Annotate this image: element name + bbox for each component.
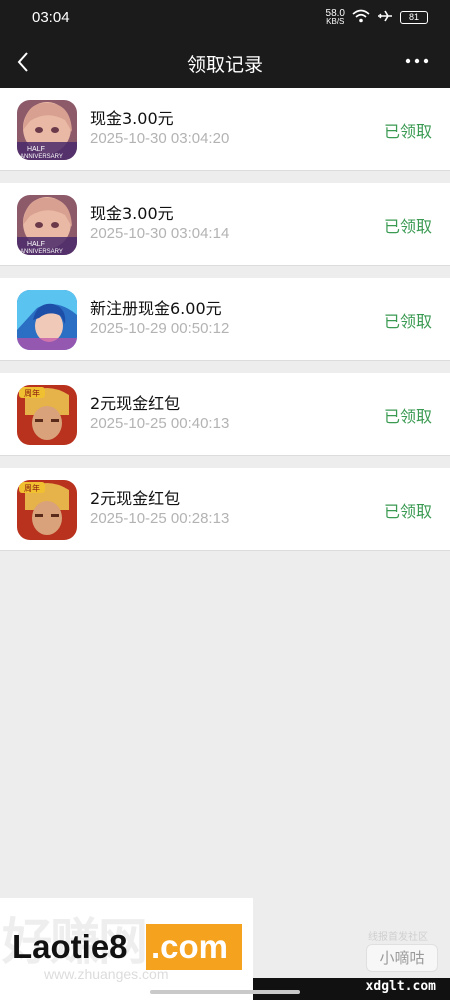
record-time: 2025-10-25 00:28:13 <box>90 510 230 527</box>
record-row[interactable]: HALF ANNIVERSARY 现金3.00元 2025-10-30 03:0… <box>0 88 450 171</box>
watermark-logo-domain: .com <box>151 928 229 965</box>
icon-half-text: HALF <box>27 146 45 153</box>
icon-years-badge-text: 周年 <box>24 388 40 398</box>
record-row[interactable]: 周年 2元现金红包 2025-10-25 00:40:13 已领取 <box>0 373 450 456</box>
record-time: 2025-10-25 00:40:13 <box>90 415 230 432</box>
icon-anniversary-text: ANNIVERSARY <box>20 154 63 160</box>
golden-warrior-anniversary-icon: 周年 <box>17 480 77 540</box>
record-row[interactable]: HALF ANNIVERSARY 现金3.00元 2025-10-30 03:0… <box>0 183 450 266</box>
record-title: 现金3.00元 <box>90 109 174 128</box>
watermark-right-tag: 线报首发社区 <box>368 932 428 943</box>
record-time: 2025-10-30 03:04:14 <box>90 225 230 242</box>
watermark-logo-main: Laotie8 <box>12 928 128 965</box>
more-dots-icon <box>405 58 429 64</box>
status-icons: 58.0 KB/S 81 <box>326 8 428 27</box>
record-time: 2025-10-30 03:04:20 <box>90 130 230 147</box>
watermark-bottom-domain: xdglt.com <box>365 979 436 994</box>
home-indicator[interactable] <box>150 990 300 994</box>
record-row[interactable]: 新注册现金6.00元 2025-10-29 00:50:12 已领取 <box>0 278 450 361</box>
icon-anniversary-text: ANNIVERSARY <box>20 249 63 255</box>
golden-warrior-anniversary-icon: 周年 <box>17 385 77 445</box>
record-title: 2元现金红包 <box>90 489 181 508</box>
icon-years-badge-text: 周年 <box>24 483 40 493</box>
anime-girl-half-anniversary-icon: HALF ANNIVERSARY <box>17 100 77 160</box>
airplane-icon <box>377 8 393 27</box>
record-title: 2元现金红包 <box>90 394 181 413</box>
status-time: 03:04 <box>32 9 70 26</box>
icon-half-text: HALF <box>27 241 45 248</box>
claimed-status: 已领取 <box>383 407 432 426</box>
page-title: 领取记录 <box>186 54 263 76</box>
record-title: 新注册现金6.00元 <box>90 299 222 318</box>
more-button[interactable] <box>404 52 430 70</box>
claimed-status: 已领取 <box>383 312 432 331</box>
anime-girl-half-anniversary-icon: HALF ANNIVERSARY <box>17 195 77 255</box>
record-list: HALF ANNIVERSARY 现金3.00元 2025-10-30 03:0… <box>0 88 450 563</box>
claimed-status: 已领取 <box>383 502 432 521</box>
wifi-icon <box>352 8 370 27</box>
record-title: 现金3.00元 <box>90 204 174 223</box>
network-speed: 58.0 KB/S <box>326 8 345 26</box>
top-bar: 03:04 58.0 KB/S 81 领取记录 <box>0 0 450 88</box>
record-time: 2025-10-29 00:50:12 <box>90 320 230 337</box>
claimed-status: 已领取 <box>383 217 432 236</box>
record-row[interactable]: 周年 2元现金红包 2025-10-25 00:28:13 已领取 <box>0 468 450 551</box>
claimed-status: 已领取 <box>383 122 432 141</box>
blue-hair-hero-icon <box>17 290 77 350</box>
watermark-right-badge: 小嘀咕 <box>366 944 438 972</box>
battery-icon: 81 <box>400 11 428 24</box>
network-speed-unit: KB/S <box>326 16 345 26</box>
